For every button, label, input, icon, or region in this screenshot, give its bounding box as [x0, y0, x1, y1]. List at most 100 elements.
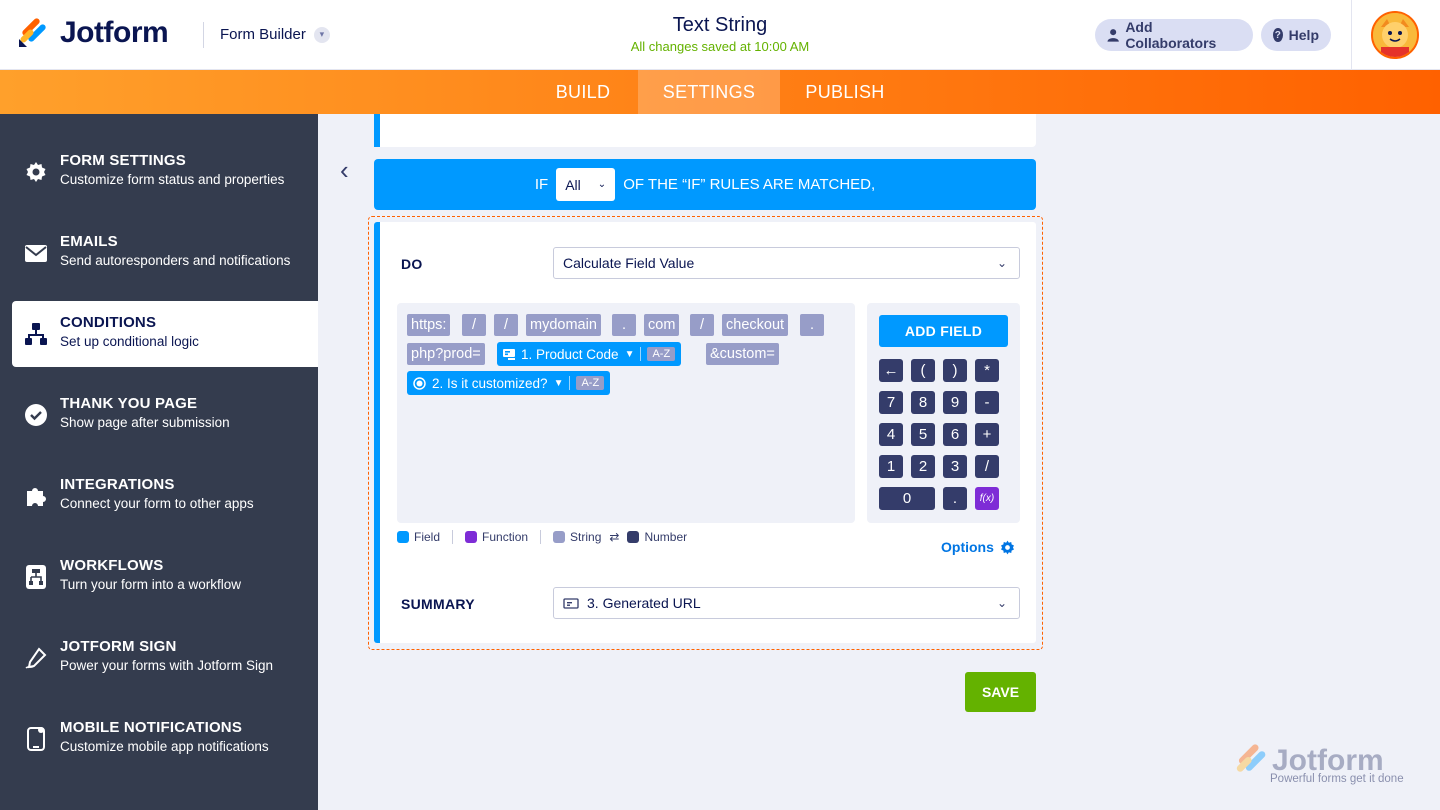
add-collaborators-button[interactable]: Add Collaborators — [1095, 19, 1253, 51]
sidebar-item-title: JOTFORM SIGN — [60, 638, 177, 655]
sidebar-item-thank-you-page[interactable]: THANK YOU PAGE Show page after submissio… — [12, 382, 318, 448]
sidebar-item-subtitle: Show page after submission — [60, 415, 230, 430]
sidebar-item-title: EMAILS — [60, 233, 118, 250]
puzzle-icon — [24, 484, 48, 508]
card-stripe — [374, 114, 380, 147]
key-multiply[interactable]: * — [975, 359, 999, 382]
string-token[interactable]: . — [612, 314, 636, 336]
string-token[interactable]: . — [800, 314, 824, 336]
key-decimal[interactable]: . — [943, 487, 967, 510]
add-field-button[interactable]: ADD FIELD — [879, 315, 1008, 347]
if-rules-bar: IF All ⌄ OF THE “IF” RULES ARE MATCHED, — [374, 159, 1036, 210]
string-token[interactable]: mydomain — [526, 314, 601, 336]
sidebar-item-emails[interactable]: EMAILS Send autoresponders and notificat… — [12, 220, 318, 286]
tab-settings[interactable]: SETTINGS — [638, 70, 780, 114]
sidebar-item-mobile-notifications[interactable]: MOBILE NOTIFICATIONS Customize mobile ap… — [12, 706, 318, 772]
jotform-logo[interactable]: Jotform — [18, 16, 169, 50]
conditions-icon — [24, 322, 48, 346]
user-icon — [1107, 29, 1119, 42]
field-token-product-code[interactable]: 1. Product Code ▼ A-Z — [497, 342, 682, 366]
key-2[interactable]: 2 — [911, 455, 935, 478]
envelope-icon — [24, 241, 48, 265]
function-key[interactable]: f(x) — [975, 487, 999, 510]
key-plus[interactable]: + — [975, 423, 999, 446]
sidebar-item-subtitle: Connect your form to other apps — [60, 496, 254, 511]
string-token[interactable]: / — [462, 314, 486, 336]
legend-label: Function — [482, 530, 529, 544]
key-backspace[interactable]: ← — [879, 359, 903, 382]
sidebar-item-title: THANK YOU PAGE — [60, 395, 198, 412]
sidebar-item-title: WORKFLOWS — [60, 557, 164, 574]
summary-field-select[interactable]: 3. Generated URL ⌄ — [553, 587, 1020, 619]
key-open-paren[interactable]: ( — [911, 359, 935, 382]
legend-divider — [452, 530, 454, 544]
field-token-label: 2. Is it customized? — [432, 375, 548, 391]
back-chevron-icon[interactable]: ‹ — [340, 155, 349, 186]
key-6[interactable]: 6 — [943, 423, 967, 446]
key-1[interactable]: 1 — [879, 455, 903, 478]
caret-down-icon: ▼ — [624, 348, 635, 360]
key-minus[interactable]: - — [975, 391, 999, 414]
form-title[interactable]: Text String — [520, 14, 920, 37]
chevron-down-icon: ⌄ — [996, 256, 1007, 270]
sidebar-item-form-settings[interactable]: FORM SETTINGS Customize form status and … — [12, 139, 318, 205]
form-builder-label: Form Builder — [220, 26, 306, 43]
radio-icon — [413, 376, 426, 390]
legend-swatch — [627, 531, 640, 543]
sidebar-item-title: MOBILE NOTIFICATIONS — [60, 719, 243, 736]
string-token[interactable]: &custom= — [706, 343, 779, 365]
string-token[interactable]: https: — [407, 314, 451, 336]
token-separator — [640, 347, 642, 361]
key-4[interactable]: 4 — [879, 423, 903, 446]
string-type-badge[interactable]: A-Z — [576, 376, 605, 390]
if-suffix: OF THE “IF” RULES ARE MATCHED, — [623, 176, 876, 193]
sidebar-item-integrations[interactable]: INTEGRATIONS Connect your form to other … — [12, 463, 318, 529]
textbox-icon — [503, 348, 515, 360]
sidebar-item-jotform-sign[interactable]: JOTFORM SIGN Power your forms with Jotfo… — [12, 625, 318, 691]
check-circle-icon — [24, 403, 48, 427]
do-action-value: Calculate Field Value — [563, 255, 695, 271]
tab-publish[interactable]: PUBLISH — [780, 70, 910, 114]
string-type-badge[interactable]: A-Z — [647, 347, 676, 361]
do-action-select[interactable]: Calculate Field Value ⌄ — [553, 247, 1020, 279]
options-button[interactable]: Options — [941, 539, 1015, 555]
form-builder-dropdown[interactable]: Form Builder ▾ — [220, 26, 330, 43]
string-token[interactable]: checkout — [722, 314, 789, 336]
key-7[interactable]: 7 — [879, 391, 903, 414]
key-5[interactable]: 5 — [911, 423, 935, 446]
sidebar-item-subtitle: Customize form status and properties — [60, 172, 285, 187]
tab-build[interactable]: BUILD — [528, 70, 638, 114]
legend-label: String — [570, 530, 602, 544]
legend-function: Function — [465, 530, 528, 544]
key-close-paren[interactable]: ) — [943, 359, 967, 382]
if-match-select[interactable]: All ⌄ — [556, 168, 616, 201]
key-0[interactable]: 0 — [879, 487, 935, 510]
key-8[interactable]: 8 — [911, 391, 935, 414]
sidebar-item-title: FORM SETTINGS — [60, 152, 186, 169]
key-3[interactable]: 3 — [943, 455, 967, 478]
avatar[interactable] — [1371, 11, 1419, 59]
token-separator — [569, 376, 571, 390]
help-button[interactable]: ? Help — [1261, 19, 1331, 51]
legend-label: Number — [644, 530, 688, 544]
swap-icon[interactable]: ⇄ — [609, 530, 619, 544]
form-title-area: Text String All changes saved at 10:00 A… — [520, 14, 920, 54]
sidebar-item-subtitle: Power your forms with Jotform Sign — [60, 658, 274, 673]
jotform-logo-icon — [1236, 744, 1266, 772]
key-9[interactable]: 9 — [943, 391, 967, 414]
calculation-expression-editor[interactable] — [397, 303, 855, 523]
previous-condition-card — [374, 114, 1036, 147]
save-button[interactable]: SAVE — [965, 672, 1036, 712]
sidebar-item-conditions[interactable]: CONDITIONS Set up conditional logic — [12, 301, 318, 367]
key-divide[interactable]: / — [975, 455, 999, 478]
string-token[interactable]: / — [690, 314, 714, 336]
string-token[interactable]: com — [644, 314, 680, 336]
caret-down-icon: ▼ — [553, 377, 564, 389]
sidebar-item-workflows[interactable]: WORKFLOWS Turn your form into a workflow — [12, 544, 318, 610]
string-token[interactable]: php?prod= — [407, 343, 485, 365]
string-token[interactable]: / — [494, 314, 518, 336]
pen-icon — [24, 646, 48, 670]
top-bar: Jotform Form Builder ▾ Text String All c… — [0, 0, 1440, 70]
field-token-is-customized[interactable]: 2. Is it customized? ▼ A-Z — [407, 371, 611, 395]
options-label: Options — [941, 539, 994, 555]
